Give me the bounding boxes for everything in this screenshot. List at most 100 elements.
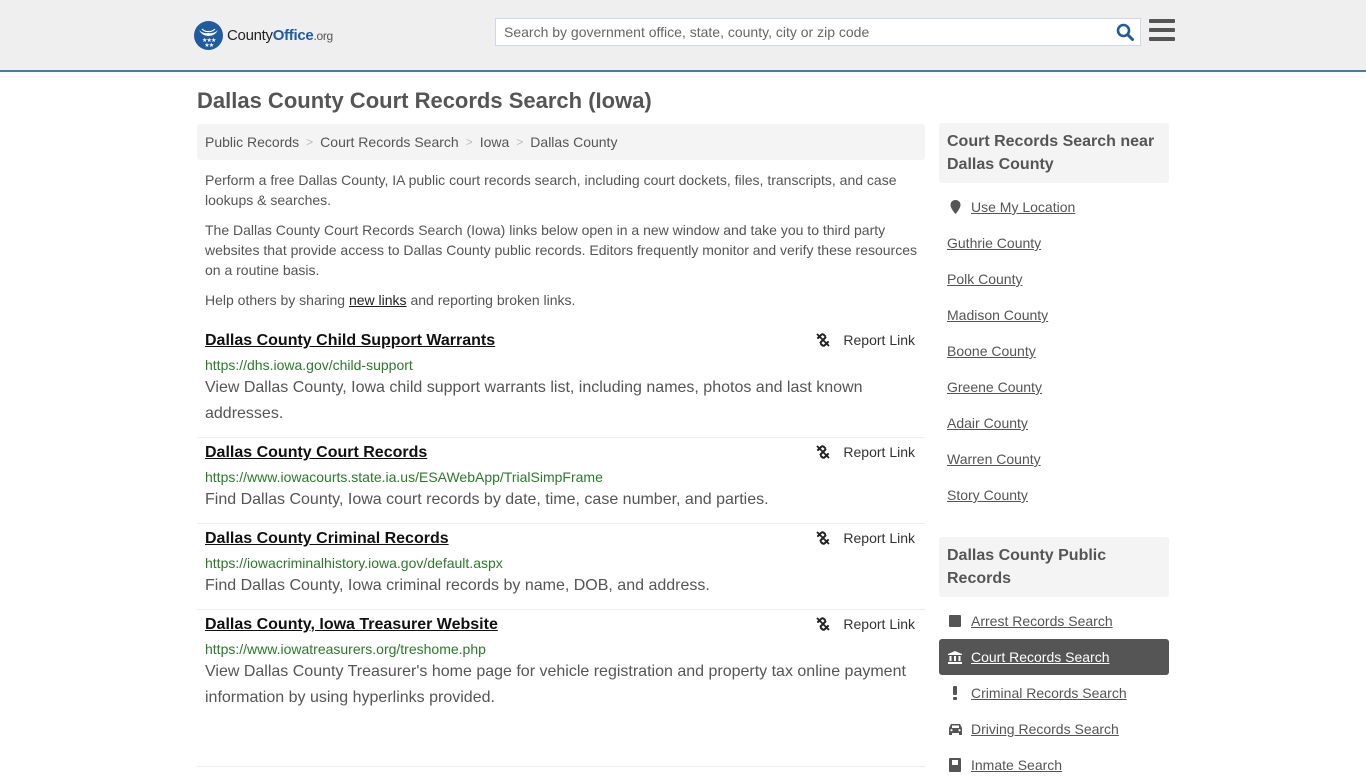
result-title-link[interactable]: Dallas County, Iowa Treasurer Website (205, 614, 498, 636)
report-link-button[interactable]: Report Link (815, 332, 915, 348)
broken-link-icon (816, 445, 831, 459)
result-description: Find Dallas County, Iowa criminal record… (205, 577, 710, 594)
result-title-link[interactable]: Dallas County Criminal Records (205, 528, 449, 550)
court-records-link[interactable]: Court Records Search (971, 649, 1110, 665)
hamburger-line (1149, 28, 1175, 32)
hamburger-menu-button[interactable] (1149, 19, 1175, 43)
result-description: View Dallas County Treasurer's home page… (205, 663, 906, 706)
result-item: Dallas County, Iowa Treasurer Website Re… (197, 610, 925, 721)
report-link-button[interactable]: Report Link (815, 530, 915, 546)
nearby-county-item: Adair County (939, 405, 1169, 441)
intro-text-before: Help others by sharing (205, 292, 349, 308)
logo-org: .org (313, 28, 333, 43)
report-link-label: Report Link (843, 530, 915, 546)
courthouse-icon (947, 650, 963, 664)
breadcrumb-court-records-search[interactable]: Court Records Search (320, 134, 459, 150)
sidebar-item-inmate-search: Inmate Search (939, 747, 1169, 783)
nearby-county-item: Guthrie County (939, 225, 1169, 261)
results-list: Dallas County Child Support Warrants Rep… (197, 326, 925, 721)
result-item: Dallas County Child Support Warrants Rep… (197, 326, 925, 438)
intro-text-after: and reporting broken links. (406, 292, 576, 308)
result-title-link[interactable]: Dallas County Child Support Warrants (205, 330, 495, 352)
nearby-county-item: Boone County (939, 333, 1169, 369)
logo-county: County (227, 26, 273, 44)
nearby-county-link[interactable]: Polk County (947, 271, 1022, 287)
sidebar-public-records: Dallas County Public Records Arrest Reco… (939, 537, 1169, 783)
broken-link-icon (816, 333, 831, 347)
broken-link-icon (816, 531, 831, 545)
nearby-county-link[interactable]: Guthrie County (947, 235, 1041, 251)
nearby-county-item: Warren County (939, 441, 1169, 477)
intro-paragraph-1: Perform a free Dallas County, IA public … (205, 172, 897, 208)
public-records-list: Arrest Records Search Court Records Sear… (939, 603, 1169, 783)
breadcrumb-separator: > (516, 135, 524, 149)
nearby-county-link[interactable]: Adair County (947, 415, 1028, 431)
intro-paragraph-2: The Dallas County Court Records Search (… (205, 222, 918, 278)
intro-text: Perform a free Dallas County, IA public … (205, 170, 921, 320)
new-links-link[interactable]: new links (349, 292, 407, 308)
nearby-county-list: Use My Location Guthrie County Polk Coun… (939, 189, 1169, 513)
result-url: https://www.iowatreasurers.org/treshome.… (205, 641, 486, 657)
report-link-label: Report Link (843, 332, 915, 348)
result-url: https://www.iowacourts.state.ia.us/ESAWe… (205, 469, 603, 485)
sidebar-item-criminal-records: Criminal Records Search (939, 675, 1169, 711)
divider (197, 766, 925, 767)
result-item: Dallas County Criminal Records Report Li… (197, 524, 925, 610)
report-link-label: Report Link (843, 616, 915, 632)
svg-text:★: ★ (209, 42, 214, 49)
intro-paragraph-3: Help others by sharing new links and rep… (205, 290, 921, 310)
breadcrumb: Public Records > Court Records Search > … (197, 124, 925, 160)
map-marker-icon (947, 200, 963, 214)
sidebar-nearby-heading: Court Records Search near Dallas County (939, 123, 1169, 183)
search-button[interactable] (1110, 19, 1140, 45)
inmate-icon (947, 758, 963, 772)
car-icon (947, 723, 963, 735)
search-input[interactable] (496, 19, 1110, 45)
search-icon (1116, 23, 1134, 41)
nearby-county-link[interactable]: Story County (947, 487, 1028, 503)
square-icon (947, 615, 963, 627)
inmate-search-link[interactable]: Inmate Search (971, 757, 1062, 773)
report-link-button[interactable]: Report Link (815, 444, 915, 460)
breadcrumb-separator: > (306, 135, 314, 149)
sidebar-public-heading: Dallas County Public Records (939, 537, 1169, 597)
hamburger-line (1149, 37, 1175, 41)
logo-office: Office (272, 26, 314, 44)
nearby-county-link[interactable]: Boone County (947, 343, 1036, 359)
search-bar (495, 18, 1141, 46)
criminal-records-link[interactable]: Criminal Records Search (971, 685, 1127, 701)
sidebar-item-arrest-records: Arrest Records Search (939, 603, 1169, 639)
result-title-link[interactable]: Dallas County Court Records (205, 442, 427, 464)
eagle-badge-icon: ★ ★ ★ ★ ★ (194, 20, 223, 50)
sidebar-item-court-records: Court Records Search (939, 639, 1169, 675)
nearby-county-link[interactable]: Warren County (947, 451, 1041, 467)
nearby-county-link[interactable]: Madison County (947, 307, 1048, 323)
breadcrumb-public-records[interactable]: Public Records (205, 134, 299, 150)
logo-wordmark: CountyOffice.org (227, 27, 333, 44)
broken-link-icon (816, 617, 831, 631)
result-url: https://iowacriminalhistory.iowa.gov/def… (205, 555, 503, 571)
nearby-county-item: Madison County (939, 297, 1169, 333)
page-title: Dallas County Court Records Search (Iowa… (197, 88, 652, 113)
nearby-county-item: Story County (939, 477, 1169, 513)
breadcrumb-dallas-county[interactable]: Dallas County (530, 134, 617, 150)
driving-records-link[interactable]: Driving Records Search (971, 721, 1119, 737)
site-header: ★ ★ ★ ★ ★ CountyOffice.org (0, 0, 1366, 72)
breadcrumb-iowa[interactable]: Iowa (480, 134, 510, 150)
nearby-county-item: Polk County (939, 261, 1169, 297)
hamburger-menu-icon (1149, 19, 1175, 23)
result-description: View Dallas County, Iowa child support w… (205, 379, 863, 422)
nearby-county-link[interactable]: Greene County (947, 379, 1042, 395)
result-url: https://dhs.iowa.gov/child-support (205, 357, 413, 373)
sidebar-item-driving-records: Driving Records Search (939, 711, 1169, 747)
result-description: Find Dallas County, Iowa court records b… (205, 491, 769, 508)
nearby-county-item: Greene County (939, 369, 1169, 405)
report-link-label: Report Link (843, 444, 915, 460)
site-logo[interactable]: ★ ★ ★ ★ ★ CountyOffice.org (194, 20, 333, 50)
arrest-records-link[interactable]: Arrest Records Search (971, 613, 1113, 629)
report-link-button[interactable]: Report Link (815, 616, 915, 632)
use-my-location-link[interactable]: Use My Location (971, 199, 1075, 215)
use-my-location-item: Use My Location (939, 189, 1169, 225)
sidebar-nearby: Court Records Search near Dallas County … (939, 123, 1169, 513)
breadcrumb-separator: > (465, 135, 473, 149)
